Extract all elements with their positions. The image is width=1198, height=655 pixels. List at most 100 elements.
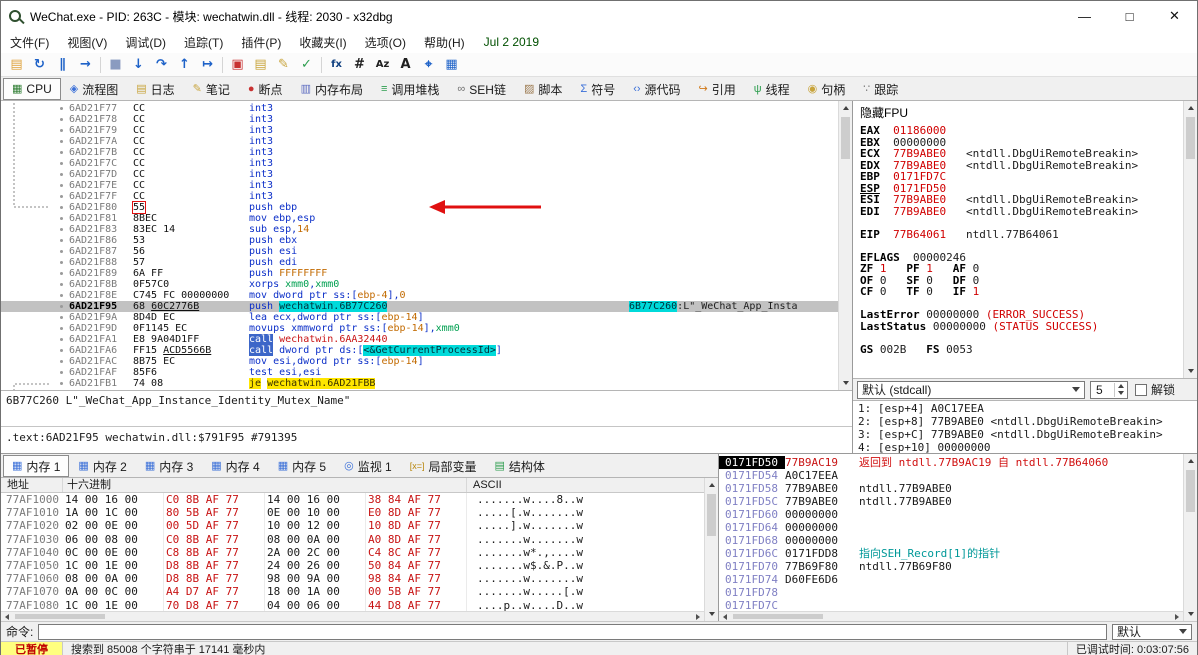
breakpoint-dot[interactable] — [57, 301, 69, 312]
register-row[interactable]: ECX 77B9ABE0 <ntdll.DbgUiRemoteBreakin> — [860, 148, 1181, 160]
menu-item[interactable]: 调试(D) — [116, 31, 175, 54]
tab-call-stack[interactable]: ≡ 调用堆栈 — [372, 78, 448, 100]
scroll-left-arrow[interactable] — [1, 612, 13, 621]
disasm-row[interactable]: 6AD21F95 68 60C2776B push wechatwin.6B77C2… — [1, 301, 838, 312]
scroll-right-arrow[interactable] — [1171, 612, 1183, 621]
tab-log[interactable]: ▤ 日志 — [127, 78, 183, 100]
tab-source[interactable]: ‹› 源代码 — [624, 78, 689, 100]
breakpoint-dot[interactable] — [57, 290, 69, 301]
patch-icon[interactable]: ▣ — [226, 54, 249, 75]
disasm-row[interactable]: 6AD21F86 53 push ebx — [1, 235, 838, 246]
dump-header-ascii[interactable]: ASCII — [467, 478, 718, 492]
breakpoint-dot[interactable] — [57, 169, 69, 180]
arg-depth-spinner[interactable]: 5 — [1090, 380, 1128, 399]
argument-row[interactable]: 4: [esp+10] 00000000 — [858, 441, 1192, 453]
breakpoint-dot[interactable] — [57, 279, 69, 290]
dump-row[interactable]: 77AF1060 08 00 0A 00 D8 8B AF 77 98 00 9A 0… — [1, 572, 704, 586]
menu-item[interactable]: 选项(O) — [356, 31, 415, 54]
tab-seh[interactable]: ∞ SEH链 — [448, 78, 515, 100]
minimize-button[interactable]: — — [1062, 1, 1107, 31]
string-search-icon[interactable]: A — [394, 54, 417, 75]
menu-item[interactable]: 追踪(T) — [175, 31, 232, 54]
disasm-row[interactable]: 6AD21F8B 0F57C0 xorps xmm0,xmm0 — [1, 279, 838, 290]
disasm-row[interactable]: 6AD21F78 CC int3 — [1, 114, 838, 125]
stop-icon[interactable]: ■ — [104, 54, 127, 75]
disasm-row[interactable]: 6AD21F7E CC int3 — [1, 180, 838, 191]
register-row[interactable]: EBP 0171FD7C — [860, 171, 1181, 183]
breakpoint-dot[interactable] — [57, 334, 69, 345]
register-row[interactable]: CF 0 TF 0 IF 1 — [860, 286, 1181, 298]
stack-vscrollbar[interactable] — [1183, 454, 1197, 621]
disasm-row[interactable]: 6AD21FAC 8B75 EC mov esi,dword ptr ss:[ebp… — [1, 356, 838, 367]
scroll-down-arrow[interactable] — [1184, 364, 1197, 378]
stack-row[interactable]: 0171FD6C 0171FDD8 指向SEH_Record[1]的指针 — [719, 547, 1183, 560]
breakpoint-dot[interactable] — [57, 213, 69, 224]
breakpoint-dot[interactable] — [57, 202, 69, 213]
restart-icon[interactable]: ↻ — [28, 54, 51, 75]
bottom-tab-dump3[interactable]: ▦ 内存 3 — [136, 455, 202, 477]
bottom-tab-dump2[interactable]: ▦ 内存 2 — [69, 455, 135, 477]
breakpoint-dot[interactable] — [57, 136, 69, 147]
bottom-tab-dump4[interactable]: ▦ 内存 4 — [202, 455, 268, 477]
dump-row[interactable]: 77AF1050 1C 00 1E 00 D8 8B AF 77 24 00 26 0… — [1, 558, 704, 573]
menu-item[interactable]: 文件(F) — [1, 31, 58, 54]
breakpoint-dot[interactable] — [57, 312, 69, 323]
dump-row[interactable]: 77AF1000 14 00 16 00 C0 8B AF 77 14 00 16 0… — [1, 493, 704, 507]
argument-row[interactable]: 1: [esp+4] A0C17EEA — [858, 402, 1192, 415]
scroll-left-arrow[interactable] — [719, 612, 731, 621]
breakpoint-dot[interactable] — [57, 367, 69, 378]
breakpoint-dot[interactable] — [57, 158, 69, 169]
scroll-up-arrow[interactable] — [839, 101, 852, 115]
bottom-tab-locals[interactable]: [x=] 局部变量 — [401, 455, 486, 477]
tab-graph[interactable]: ◈ 流程图 — [61, 78, 127, 100]
tab-symbols[interactable]: Σ 符号 — [571, 78, 624, 100]
disasm-row[interactable]: 6AD21F7D CC int3 — [1, 169, 838, 180]
maximize-button[interactable]: □ — [1107, 1, 1152, 31]
disasm-row[interactable]: 6AD21F7F CC int3 — [1, 191, 838, 202]
scroll-thumb[interactable] — [841, 117, 850, 159]
search-icon[interactable]: ⌖ — [417, 54, 440, 75]
breakpoint-dot[interactable] — [57, 147, 69, 158]
disasm-row[interactable]: 6AD21F9D 0F1145 EC movups xmmword ptr ss:[… — [1, 323, 838, 334]
disasm-row[interactable]: 6AD21F9A 8D4D EC lea ecx,dword ptr ss:[ebp… — [1, 312, 838, 323]
register-row[interactable]: EDI 77B9ABE0 <ntdll.DbgUiRemoteBreakin> — [860, 206, 1181, 218]
register-row[interactable]: ZF 1 PF 1 AF 0 — [860, 263, 1181, 275]
scroll-thumb[interactable] — [733, 614, 823, 619]
stack-row[interactable]: 0171FD50 77B9AC19 返回到 ntdll.77B9AC19 自 ntd… — [719, 456, 1183, 469]
run-to-user-icon[interactable]: ↦ — [196, 54, 219, 75]
dump-header-address[interactable]: 地址 — [1, 478, 63, 492]
menu-item[interactable]: 视图(V) — [58, 31, 116, 54]
register-row[interactable]: EFLAGS 00000246 — [860, 252, 1181, 264]
stack-row[interactable]: 0171FD68 00000000 — [719, 534, 1183, 547]
bottom-tab-dump5[interactable]: ▦ 内存 5 — [269, 455, 335, 477]
disasm-row[interactable]: 6AD21FAF 85F6 test esi,esi — [1, 367, 838, 378]
scroll-down-arrow[interactable] — [1184, 607, 1197, 621]
disasm-row[interactable]: 6AD21F81 8BEC mov ebp,esp — [1, 213, 838, 224]
step-into-icon[interactable]: ↓ — [127, 54, 150, 75]
disasm-row[interactable]: 6AD21F8E C745 FC 00000000 mov dword ptr ss… — [1, 290, 838, 301]
tab-cpu[interactable]: ▦ CPU — [3, 78, 61, 100]
scroll-up-arrow[interactable] — [705, 478, 718, 492]
register-row[interactable]: ESI 77B9ABE0 <ntdll.DbgUiRemoteBreakin> — [860, 194, 1181, 206]
bottom-tab-struct[interactable]: ▤ 结构体 — [486, 455, 554, 477]
register-row[interactable]: EBX 00000000 — [860, 137, 1181, 149]
stack-row[interactable]: 0171FD70 77B69F80 ntdll.77B69F80 — [719, 560, 1183, 573]
breakpoint-dot[interactable] — [57, 103, 69, 114]
tab-handles[interactable]: ◉ 句柄 — [799, 78, 855, 100]
breakpoint-dot[interactable] — [57, 378, 69, 389]
scroll-up-arrow[interactable] — [1184, 454, 1197, 468]
dump-row[interactable]: 77AF1080 1C 00 1E 00 70 D8 AF 77 04 00 06 0… — [1, 598, 704, 611]
breakpoint-dot[interactable] — [57, 191, 69, 202]
scroll-right-arrow[interactable] — [692, 612, 704, 621]
spinner-arrows[interactable] — [1114, 382, 1126, 397]
calling-convention-select[interactable]: 默认 (stdcall) — [857, 380, 1085, 399]
hash-icon[interactable]: # — [348, 54, 371, 75]
unlock-checkbox[interactable]: 解锁 — [1135, 381, 1175, 398]
stack-row[interactable]: 0171FD78 — [719, 586, 1183, 599]
comment-icon[interactable]: ✎ — [272, 54, 295, 75]
stack-row[interactable]: 0171FD64 00000000 — [719, 521, 1183, 534]
scroll-up-arrow[interactable] — [1184, 101, 1197, 115]
tab-breakpoints[interactable]: ● 断点 — [239, 78, 292, 100]
registers-vscrollbar[interactable] — [1183, 101, 1197, 378]
disasm-row[interactable]: 6AD21FA1 E8 9A04D1FF call wechatwin.6AA324… — [1, 334, 838, 345]
